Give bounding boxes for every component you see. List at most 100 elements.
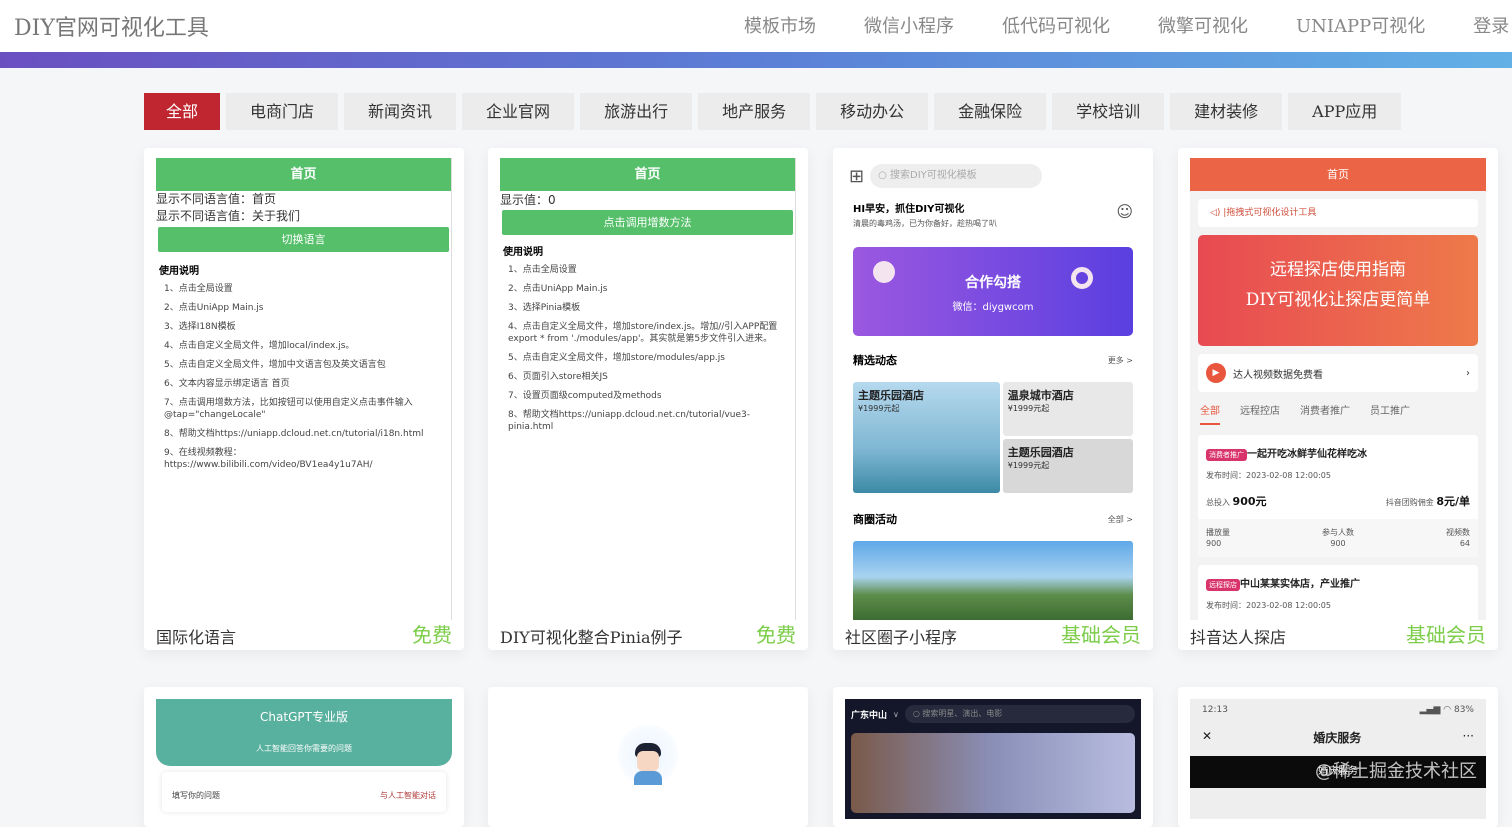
preview-line: 显示不同语言值：关于我们 (156, 209, 301, 223)
step: 5、点击自定义全局文件，增加store/modules/app.js (508, 353, 725, 363)
template-name[interactable]: 社区圈子小程序 (845, 624, 957, 648)
invest-value: 900元 (1232, 495, 1267, 508)
usage-heading: 使用说明 (159, 266, 199, 277)
card-footer: 社区圈子小程序 基础会员 (845, 620, 1141, 648)
avatar-illustration (618, 725, 678, 785)
tab-app[interactable]: APP应用 (1288, 93, 1402, 130)
header-banner (0, 52, 1512, 68)
activity-image (853, 541, 1133, 620)
campaign-tag: 远程探店 (1206, 579, 1240, 591)
chat-action: 与人工智能对话 (380, 791, 436, 800)
greeting-sub: 清晨的毒鸡汤，已为你备好，趁热喝了叭 (853, 219, 997, 228)
template-card[interactable]: 广东中山 ∨ ○ 搜索明星、演出、电影 (833, 687, 1153, 827)
search-placeholder: 搜索DIY可视化模板 (890, 170, 977, 181)
template-name[interactable]: 抖音达人探店 (1190, 624, 1286, 648)
card-footer: 抖音达人探店 基础会员 (1190, 620, 1486, 648)
campaign-tag: 消费者推广 (1206, 449, 1247, 461)
template-name[interactable]: 国际化语言 (156, 624, 236, 648)
preview-search: ○ 搜索DIY可视化模板 (870, 164, 1043, 188)
stat-label: 视频数 (1446, 528, 1470, 537)
nav-templates[interactable]: 模板市场 (744, 12, 816, 38)
tab-travel[interactable]: 旅游出行 (580, 93, 693, 130)
card-footer: 国际化语言 免费 (156, 620, 452, 648)
preview-tab: 消费者推广 (1300, 406, 1350, 417)
template-card[interactable]: ChatGPT专业版 人工智能回答你需要的问题 填写你的问题 与人工智能对话 (144, 687, 464, 827)
step: 2、点击UniApp Main.js (508, 284, 608, 294)
hotel-price: ¥1999元起 (858, 404, 900, 413)
usage-steps: 1、点击全局设置 2、点击UniApp Main.js 3、选择Pinia模板 … (500, 264, 795, 433)
banner-sub: 微信：diygwcom (952, 302, 1034, 313)
template-preview: 首页 显示值：0 点击调用增数方法 使用说明 1、点击全局设置 2、点击UniA… (500, 158, 796, 620)
stat-value: 900 (1206, 539, 1222, 548)
preview-tab: 员工推广 (1370, 406, 1410, 417)
template-preview: ⊞ ○ 搜索DIY可视化模板 HI早安，抓住DIY可视化 清晨的毒鸡汤，已为你备… (841, 156, 1145, 620)
more-icon: ··· (1462, 729, 1474, 743)
video-label: 达人视频数据免费看 (1233, 369, 1323, 381)
tab-finance[interactable]: 金融保险 (934, 93, 1047, 130)
battery-level: 83% (1453, 705, 1474, 715)
nav-login[interactable]: 登录 (1473, 12, 1509, 38)
tab-school[interactable]: 学校培训 (1052, 93, 1165, 130)
category-tabs: 全部 电商门店 新闻资讯 企业官网 旅游出行 地产服务 移动办公 金融保险 学校… (144, 93, 1402, 130)
status-time: 12:13 (1202, 705, 1228, 715)
nav-weiqing[interactable]: 微擎可视化 (1158, 12, 1248, 38)
tab-building[interactable]: 建材装修 (1170, 93, 1283, 130)
step: 1、点击全局设置 (164, 284, 233, 294)
template-name[interactable]: DIY可视化整合Pinia例子 (500, 624, 683, 648)
chevron-right-icon: › (1466, 367, 1470, 379)
tab-corporate[interactable]: 企业官网 (462, 93, 575, 130)
stat-label: 播放量 (1206, 528, 1230, 537)
step: 1、点击全局设置 (508, 265, 577, 275)
template-card[interactable]: 首页 显示不同语言值：首页 显示不同语言值：关于我们 切换语言 使用说明 1、点… (144, 148, 464, 650)
step: 6、文本内容显示绑定语言 首页 (164, 379, 290, 389)
wechat-icon: ☺ (1116, 202, 1133, 221)
template-card[interactable]: ⊞ ○ 搜索DIY可视化模板 HI早安，抓住DIY可视化 清晨的毒鸡汤，已为你备… (833, 148, 1153, 650)
site-logo[interactable]: DIY官网可视化工具 (14, 10, 209, 42)
question-input: 填写你的问题 (172, 791, 220, 800)
guide-banner: 远程探店使用指南 DIY可视化让探店更简单 (1198, 235, 1478, 346)
banner-title: 合作勾搭 (965, 275, 1021, 291)
template-card[interactable]: 首页 显示值：0 点击调用增数方法 使用说明 1、点击全局设置 2、点击UniA… (488, 148, 808, 650)
template-preview: 首页 显示不同语言值：首页 显示不同语言值：关于我们 切换语言 使用说明 1、点… (156, 158, 452, 620)
tab-office[interactable]: 移动办公 (816, 93, 929, 130)
play-icon: ▶ (1206, 363, 1226, 383)
usage-steps: 1、点击全局设置 2、点击UniApp Main.js 3、选择I18N模板 4… (156, 283, 451, 471)
chatgpt-header: ChatGPT专业版 人工智能回答你需要的问题 (156, 699, 452, 766)
chat-sub: 人工智能回答你需要的问题 (256, 744, 352, 753)
stat-value: 900 (1330, 539, 1346, 548)
tab-ecommerce[interactable]: 电商门店 (226, 93, 339, 130)
step: 8、帮助文档https://uniapp.dcloud.net.cn/tutor… (508, 410, 751, 432)
close-icon: ✕ (1202, 729, 1213, 743)
step: 7、点击调用增数方法，比如按钮可以使用自定义点击事件输入@tap="change… (164, 398, 413, 420)
tab-news[interactable]: 新闻资讯 (344, 93, 457, 130)
preview-topbar: ⊞ ○ 搜索DIY可视化模板 (849, 164, 1137, 188)
template-price: 免费 (412, 623, 452, 647)
city-select: 广东中山 (851, 710, 888, 721)
all-link: 全部 > (1107, 514, 1133, 524)
hotel-tile: 主题乐园酒店 ¥1999元起 (853, 382, 1000, 493)
nav-uniapp[interactable]: UNIAPP可视化 (1296, 12, 1425, 38)
preview-title: 首页 (500, 158, 795, 191)
hotel-price: ¥1999元起 (1007, 461, 1050, 470)
template-preview: 首页 ◁) |拖拽式可视化设计工具 远程探店使用指南 DIY可视化让探店更简单 … (1190, 158, 1486, 620)
preview-title: 首页 (1190, 158, 1486, 191)
step: 5、点击自定义全局文件，增加中文语言包及英文语言包 (164, 360, 386, 370)
template-card[interactable] (488, 687, 808, 827)
template-card[interactable]: 首页 ◁) |拖拽式可视化设计工具 远程探店使用指南 DIY可视化让探店更简单 … (1178, 148, 1498, 650)
switch-language-button: 切换语言 (158, 227, 449, 252)
section-title: 精选动态 (853, 354, 897, 367)
commission-label: 抖音团购佣金 (1385, 498, 1434, 507)
tab-all[interactable]: 全部 (144, 93, 221, 130)
movie-preview: 广东中山 ∨ ○ 搜索明星、演出、电影 (845, 699, 1141, 819)
hotel-tile: 温泉城市酒店 ¥1999元起 (1002, 382, 1133, 436)
campaign-time: 发布时间：2023-02-08 12:00:05 (1206, 601, 1331, 610)
tab-realestate[interactable]: 地产服务 (698, 93, 811, 130)
chevron-down-icon: ∨ (893, 709, 899, 719)
nav-wechat[interactable]: 微信小程序 (864, 12, 954, 38)
campaign-time: 发布时间：2023-02-08 12:00:05 (1206, 471, 1331, 480)
preview-title: 首页 (156, 158, 451, 191)
search-icon: ○ (878, 170, 890, 181)
step: 3、选择I18N模板 (164, 322, 236, 332)
nav-lowcode[interactable]: 低代码可视化 (1002, 12, 1110, 38)
hotel-grid: 主题乐园酒店 ¥1999元起 温泉城市酒店 ¥1999元起 主题乐园酒店 ¥19… (853, 382, 1133, 493)
